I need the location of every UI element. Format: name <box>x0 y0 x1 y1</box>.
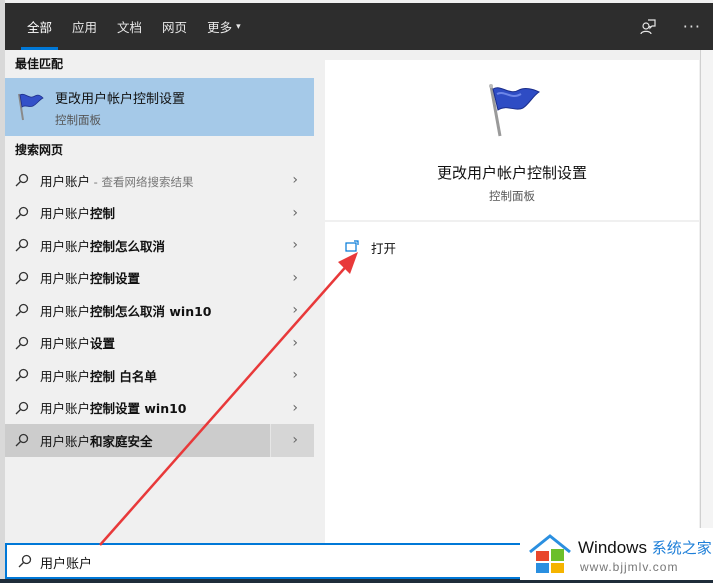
best-match-result[interactable]: 更改用户帐户控制设置 控制面板 <box>5 78 314 136</box>
result-query: 用户账户 <box>40 238 91 254</box>
tab-documents[interactable]: 文档 <box>107 3 152 50</box>
chevron-right-icon[interactable]: › <box>292 432 298 448</box>
tab-web[interactable]: 网页 <box>152 3 197 50</box>
tab-label: 全部 <box>27 20 53 35</box>
result-completion: 控制怎么取消 win10 <box>90 303 212 319</box>
tab-label: 应用 <box>72 20 98 35</box>
web-search-heading: 搜索网页 <box>15 143 64 157</box>
open-action[interactable]: 打开 <box>345 238 396 257</box>
result-query: 用户账户 <box>40 303 91 319</box>
web-result-row[interactable]: 用户账户设置 › <box>5 327 314 360</box>
tab-label: 网页 <box>162 20 188 35</box>
preview-subtitle: 控制面板 <box>489 189 535 203</box>
result-completion: 控制 <box>90 206 116 222</box>
web-result-row[interactable]: 用户账户 - 查看网络搜索结果 › <box>5 164 314 197</box>
result-completion: 设置 <box>90 336 116 352</box>
open-label: 打开 <box>371 241 397 256</box>
search-icon <box>15 433 29 451</box>
search-icon <box>15 271 29 289</box>
result-completion: 控制设置 win10 <box>90 401 187 417</box>
chevron-right-icon[interactable]: › <box>292 205 298 221</box>
chevron-right-icon[interactable]: › <box>292 400 298 416</box>
best-match-subtitle: 控制面板 <box>55 113 101 127</box>
blue-flag-icon <box>483 80 543 144</box>
result-query: 用户账户 <box>40 206 91 222</box>
web-result-row[interactable]: 用户账户控制设置 › <box>5 262 314 295</box>
result-query: 用户账户 <box>40 336 91 352</box>
background-window-edge <box>700 50 713 530</box>
chevron-right-icon[interactable]: › <box>292 302 298 318</box>
web-result-row[interactable]: 用户账户控制怎么取消 win10 › <box>5 294 314 327</box>
watermark-url: www.bjjmlv.com <box>580 560 679 574</box>
chevron-right-icon[interactable]: › <box>292 172 298 188</box>
web-result-row[interactable]: 用户账户控制怎么取消 › <box>5 229 314 262</box>
search-icon <box>15 206 29 224</box>
search-icon <box>15 238 29 256</box>
web-result-row[interactable]: 用户账户控制 › <box>5 197 314 230</box>
search-icon <box>15 336 29 354</box>
scope-tabs: 全部 应用 文档 网页 更多 ▾ <box>17 3 251 50</box>
chevron-right-icon[interactable]: › <box>292 237 298 253</box>
watermark-brand-cn: 系统之家 <box>651 540 712 557</box>
best-match-heading: 最佳匹配 <box>15 57 64 71</box>
result-query: 用户账户 <box>40 433 91 449</box>
watermark-brand: Windows <box>578 538 647 557</box>
search-icon <box>15 401 29 419</box>
tab-label: 更多 <box>207 20 233 35</box>
feedback-person-icon[interactable] <box>639 18 657 36</box>
result-completion: 控制设置 <box>90 271 141 287</box>
search-icon <box>15 303 29 321</box>
search-scope-bar: 全部 应用 文档 网页 更多 ▾ ··· <box>5 3 713 50</box>
web-result-row[interactable]: 用户账户控制设置 win10 › <box>5 392 314 425</box>
watermark: Windows 系统之家 www.bjjmlv.com <box>520 528 713 580</box>
chevron-right-icon[interactable]: › <box>292 270 298 286</box>
tab-apps[interactable]: 应用 <box>62 3 107 50</box>
search-icon <box>15 173 29 191</box>
result-completion: 控制怎么取消 <box>90 238 166 254</box>
preview-title: 更改用户帐户控制设置 <box>436 164 587 182</box>
preview-pane: 更改用户帐户控制设置 控制面板 打开 <box>314 50 700 543</box>
preview-card: 更改用户帐户控制设置 控制面板 <box>325 60 699 220</box>
result-query: 用户账户 <box>40 173 91 189</box>
windows-house-logo-icon <box>526 532 574 580</box>
search-icon <box>15 368 29 386</box>
ellipsis-icon[interactable]: ··· <box>683 17 701 36</box>
chevron-right-icon[interactable]: › <box>292 367 298 383</box>
tab-more[interactable]: 更多 ▾ <box>197 3 251 50</box>
search-icon <box>18 554 32 572</box>
chevron-right-icon[interactable]: › <box>292 335 298 351</box>
search-input[interactable] <box>40 551 500 573</box>
web-result-row[interactable]: 用户账户和家庭安全 › <box>5 424 314 457</box>
best-match-title: 更改用户帐户控制设置 <box>55 92 186 107</box>
open-window-icon <box>345 239 359 256</box>
result-query: 用户账户 <box>40 401 91 417</box>
result-completion: 和家庭安全 <box>90 433 153 449</box>
chevron-down-icon: ▾ <box>236 21 241 32</box>
results-pane: 最佳匹配 更改用户帐户控制设置 控制面板 搜索网页 用户账户 - 查看网络搜索结… <box>5 50 314 543</box>
web-result-row[interactable]: 用户账户控制 白名单 › <box>5 359 314 392</box>
result-hint: - 查看网络搜索结果 <box>90 174 194 189</box>
blue-flag-icon <box>15 90 45 126</box>
tab-label: 文档 <box>117 20 143 35</box>
tab-all[interactable]: 全部 <box>17 3 62 50</box>
result-query: 用户账户 <box>40 271 91 287</box>
preview-actions: 打开 <box>325 222 699 543</box>
result-query: 用户账户 <box>40 368 91 384</box>
result-completion: 控制 白名单 <box>90 368 157 384</box>
